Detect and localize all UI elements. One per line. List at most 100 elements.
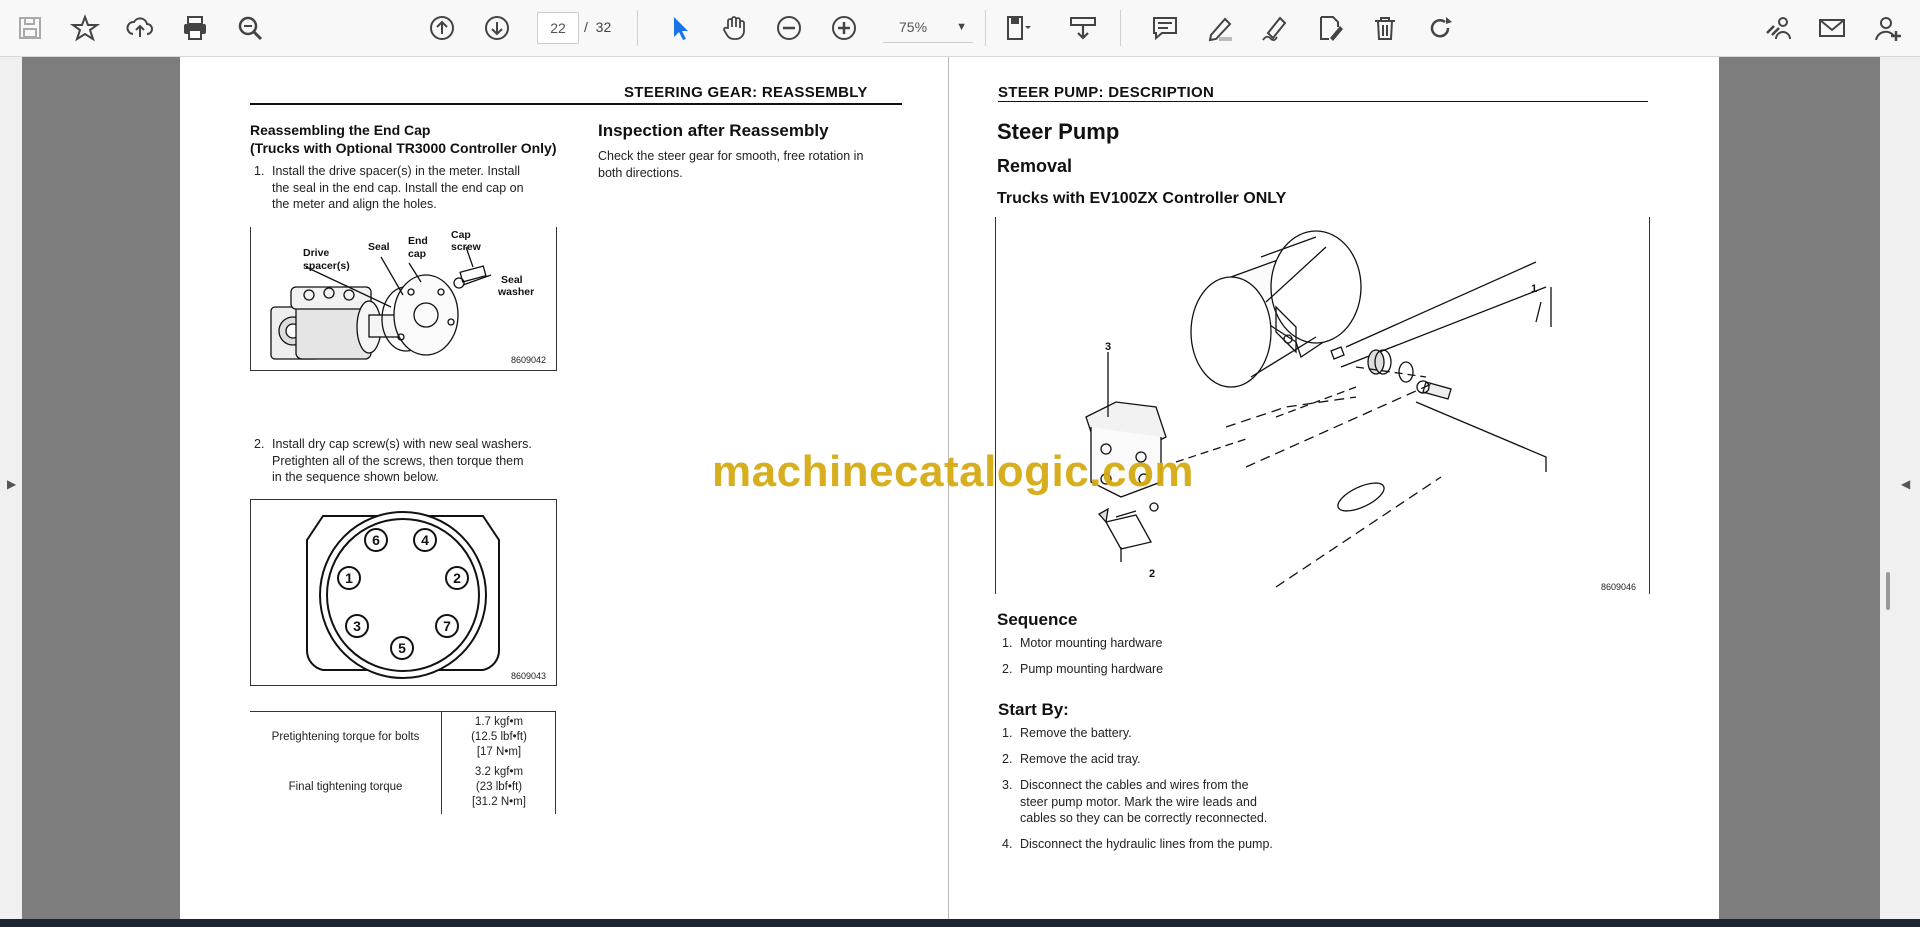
comment-icon[interactable] (1147, 10, 1183, 46)
label-seal-washer-2: washer (498, 286, 535, 298)
page-separator: / (584, 19, 588, 35)
steering-gear-drawing (270, 246, 492, 360)
torque-value-line: [17 N•m] (476, 746, 522, 758)
torque-value-line: (23 lbf•ft) (475, 781, 523, 793)
bookmark-star-icon[interactable] (67, 10, 103, 46)
start-by-title: Start By: (998, 700, 1069, 719)
label-drive: Drive (303, 247, 330, 259)
right-page-header: STEER PUMP: DESCRIPTION (998, 84, 1215, 101)
start-by-line: steer pump motor. Mark the wire leads an… (1020, 794, 1257, 809)
bolt-label: 4 (421, 532, 429, 548)
page-title: Steer Pump (997, 119, 1120, 144)
end-cap-illustration: Drive spacer(s) Seal End cap Cap screw S… (250, 227, 557, 371)
page-up-icon[interactable] (424, 10, 460, 46)
torque-value-line: 3.2 kgf•m (474, 766, 524, 778)
step-1-line: Install the drive spacer(s) in the meter… (272, 164, 521, 178)
left-panel-toggle[interactable]: ▶ (0, 57, 22, 919)
select-cursor-icon[interactable] (662, 10, 698, 46)
upload-cloud-icon[interactable] (122, 10, 158, 46)
watermark: machinecatalogic.com (712, 447, 1194, 496)
label-cap-screw-1: Cap (451, 229, 471, 241)
download-tray-icon[interactable] (1065, 10, 1101, 46)
table-cell-label: Pretightening torque for bolts (271, 731, 420, 743)
step-1-line: the seal in the end cap. Install the end… (272, 180, 524, 195)
steer-pump-illustration: 1 2 3 8609046 (995, 217, 1650, 594)
subtitle-controller: Trucks with EV100ZX Controller ONLY (997, 190, 1287, 207)
step-2-line: Install dry cap screw(s) with new seal w… (272, 437, 532, 451)
start-by-number: 3. (1002, 778, 1013, 792)
page-number-input[interactable]: 22 (537, 12, 579, 44)
scrollbar-thumb[interactable] (1886, 572, 1890, 610)
label-seal: Seal (368, 241, 390, 253)
print-icon[interactable] (177, 10, 213, 46)
bolt-pattern-drawing: 6 4 1 2 3 7 5 (305, 511, 501, 679)
section-subtitle: (Trucks with Optional TR3000 Controller … (250, 140, 557, 156)
toolbar-divider (985, 10, 986, 46)
toolbar-divider (637, 10, 638, 46)
bolt-label: 5 (398, 640, 406, 656)
step-1-text: Install the drive spacer(s) in the meter… (272, 163, 524, 213)
label-cap-screw-2: screw (451, 241, 481, 253)
label-cap: cap (408, 248, 427, 260)
torque-value-line: [31.2 N•m] (472, 796, 526, 808)
inspection-title: Inspection after Reassembly (598, 121, 829, 140)
edit-document-icon[interactable] (1312, 10, 1348, 46)
start-by-number: 1. (1002, 726, 1013, 740)
bolt-sequence-illustration: 6 4 1 2 3 7 5 8609043 (250, 499, 557, 686)
start-by-number: 4. (1002, 837, 1013, 851)
section-title-end-cap: Reassembling the End Cap (250, 122, 431, 138)
subtitle-removal: Removal (997, 156, 1073, 176)
rotate-icon[interactable] (1422, 10, 1458, 46)
bolt-label: 7 (443, 618, 451, 634)
inspection-text: Check the steer gear for smooth, free ro… (598, 148, 863, 181)
start-by-item: Disconnect the cables and wires from the… (1020, 777, 1267, 827)
sequence-number: 2. (1002, 662, 1013, 676)
sequence-number: 1. (1002, 636, 1013, 650)
inspection-line: both directions. (598, 165, 683, 180)
page-count: / 32 (584, 12, 611, 42)
callout-3: 3 (1105, 341, 1111, 353)
step-number: 2. (254, 437, 265, 451)
toolbar-divider (1120, 10, 1121, 46)
start-by-line: Disconnect the cables and wires from the (1020, 778, 1249, 792)
highlight-pen-icon[interactable] (1202, 10, 1238, 46)
sequence-item: Pump mounting hardware (1020, 662, 1164, 676)
figure-id: 8609042 (511, 355, 547, 365)
mail-icon[interactable] (1814, 10, 1850, 46)
zoom-out-icon[interactable] (771, 10, 807, 46)
right-panel-toggle[interactable]: ◀ (1880, 57, 1920, 919)
taskbar-strip (0, 919, 1920, 927)
sign-pen-icon[interactable] (1257, 10, 1293, 46)
sequence-item: Motor mounting hardware (1020, 636, 1163, 650)
fit-page-icon[interactable] (1000, 10, 1036, 46)
start-by-item: Remove the acid tray. (1020, 752, 1141, 766)
add-user-icon[interactable] (1870, 10, 1906, 46)
figure-id: 8609046 (1601, 582, 1637, 592)
torque-value-line: 1.7 kgf•m (474, 716, 524, 728)
chevron-right-icon: ▶ (7, 477, 17, 491)
pump-exploded-drawing: 1 2 3 (1085, 230, 1552, 588)
sequence-title: Sequence (997, 610, 1078, 629)
step-1-line: the meter and align the holes. (272, 197, 437, 211)
page-total: 32 (595, 19, 612, 35)
step-number: 1. (254, 164, 265, 178)
header-rule (250, 103, 902, 105)
bolt-label: 2 (453, 570, 461, 586)
table-cell-value: 3.2 kgf•m (23 lbf•ft) [31.2 N•m] (442, 765, 556, 810)
hand-pan-icon[interactable] (716, 10, 752, 46)
link-user-icon[interactable] (1759, 10, 1795, 46)
save-icon[interactable] (12, 10, 48, 46)
start-by-number: 2. (1002, 752, 1013, 766)
label-end: End (408, 235, 428, 247)
inspection-line: Check the steer gear for smooth, free ro… (598, 149, 864, 163)
zoom-select[interactable]: 75% ▼ (883, 12, 973, 43)
table-cell-value: 1.7 kgf•m (12.5 lbf•ft) [17 N•m] (442, 715, 556, 760)
search-zoom-icon[interactable] (232, 10, 268, 46)
zoom-in-icon[interactable] (826, 10, 862, 46)
chevron-down-icon: ▼ (956, 21, 967, 33)
label-seal-washer-1: Seal (501, 274, 523, 286)
page-down-icon[interactable] (479, 10, 515, 46)
step-2-text: Install dry cap screw(s) with new seal w… (272, 436, 532, 486)
trash-icon[interactable] (1367, 10, 1403, 46)
torque-table: Pretightening torque for bolts 1.7 kgf•m… (250, 711, 556, 814)
